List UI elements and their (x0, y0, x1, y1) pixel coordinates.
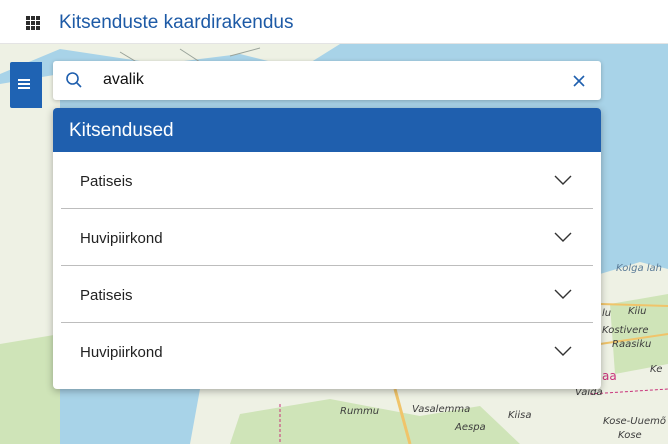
chevron-down-icon[interactable] (553, 288, 573, 300)
map-label: Vasalemma (412, 404, 471, 415)
result-item[interactable]: Huvipiirkond (61, 209, 593, 266)
chevron-down-icon[interactable] (553, 345, 573, 357)
results-panel: Kitsendused Patiseis Huvipiirkond Patise… (53, 108, 601, 389)
result-item[interactable]: Patiseis (61, 152, 593, 209)
map-label: Aespa (455, 422, 486, 433)
indent-list-icon (18, 79, 30, 91)
map-label: Rummu (340, 406, 380, 417)
map-label: Kostivere (602, 325, 649, 336)
result-item[interactable]: Patiseis (61, 266, 593, 323)
map-label: Kose (618, 430, 642, 441)
chevron-down-icon[interactable] (553, 174, 573, 186)
search-input[interactable] (103, 68, 543, 92)
apps-grid-icon[interactable] (26, 16, 40, 30)
result-item[interactable]: Huvipiirkond (61, 323, 593, 380)
chevron-down-icon[interactable] (553, 231, 573, 243)
map-label: lu (602, 308, 612, 319)
sidebar-toggle-button[interactable] (10, 62, 42, 108)
app-header: Kitsenduste kaardirakendus (0, 0, 668, 44)
result-item-label: Patiseis (80, 173, 133, 190)
map-label: Kiiu (628, 306, 647, 317)
app-title: Kitsenduste kaardirakendus (59, 12, 294, 33)
map-label: Kolga lah (616, 263, 662, 274)
results-panel-title: Kitsendused (53, 108, 601, 152)
map-label: Kiisa (508, 410, 532, 421)
close-icon[interactable] (571, 73, 587, 89)
map-label: Raasiku (612, 339, 652, 350)
search-bar (53, 61, 601, 100)
result-item-label: Huvipiirkond (80, 230, 163, 247)
result-item-label: Patiseis (80, 287, 133, 304)
map-label: Kose-Uuemõ (603, 416, 666, 427)
result-item-label: Huvipiirkond (80, 344, 163, 361)
map-label: Ke (650, 364, 663, 375)
map-label: aa (602, 369, 617, 383)
search-icon[interactable] (65, 71, 83, 89)
